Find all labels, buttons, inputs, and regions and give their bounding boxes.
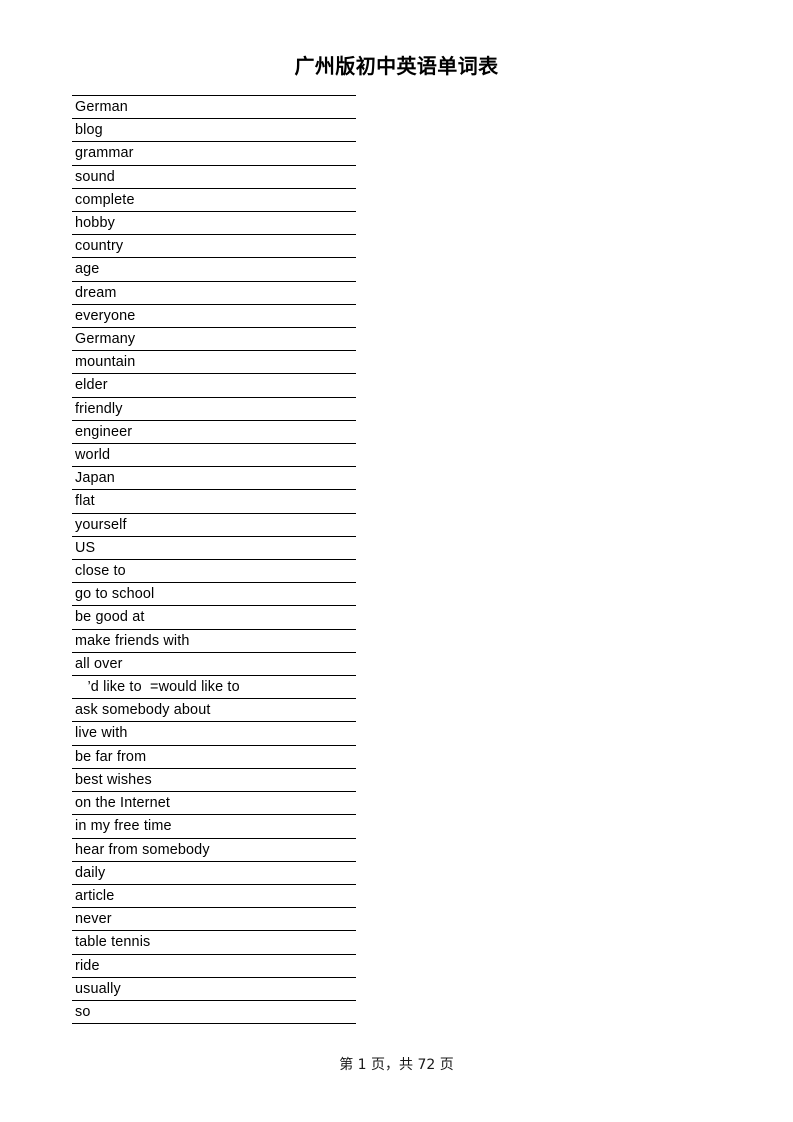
- table-row: on the Internet: [72, 791, 356, 816]
- table-row: Germany: [72, 327, 356, 352]
- vocabulary-entry: on the Internet: [72, 791, 356, 816]
- vocabulary-entry: flat: [72, 489, 356, 514]
- table-row: all over: [72, 651, 356, 677]
- table-row: dream: [72, 280, 356, 305]
- table-row: article: [72, 883, 356, 909]
- vocabulary-entry: in my free time: [72, 814, 356, 839]
- table-row: German: [72, 94, 356, 120]
- vocabulary-entry: make friends with: [72, 628, 356, 653]
- vocabulary-entry: be far from: [72, 744, 356, 769]
- table-row: flat: [72, 489, 356, 514]
- vocabulary-entry: article: [72, 883, 356, 909]
- table-row: blog: [72, 118, 356, 143]
- vocabulary-entry: hobby: [72, 211, 356, 236]
- vocabulary-entry: mountain: [72, 350, 356, 375]
- page-title: 广州版初中英语单词表: [294, 54, 499, 78]
- table-row: never: [72, 907, 356, 932]
- vocabulary-entry: age: [72, 257, 356, 282]
- table-row: daily: [72, 860, 356, 885]
- table-row: age: [72, 257, 356, 282]
- vocabulary-entry: US: [72, 535, 356, 561]
- table-row: friendly: [72, 396, 356, 421]
- page-footer: 第 1 页，共 72 页: [339, 1057, 454, 1073]
- vocabulary-entry: world: [72, 443, 356, 468]
- vocabulary-entry: go to school: [72, 582, 356, 607]
- vocabulary-entry: complete: [72, 187, 356, 213]
- vocabulary-entry: everyone: [72, 303, 356, 329]
- vocabulary-entry: usually: [72, 976, 356, 1001]
- vocabulary-entry: all over: [72, 651, 356, 677]
- vocabulary-entry: German: [72, 94, 356, 120]
- vocabulary-entry: ride: [72, 953, 356, 978]
- vocabulary-table-body: German blog grammar sound complete hobby count…: [72, 94, 356, 1025]
- vocabulary-entry: be good at: [72, 605, 356, 630]
- table-row: live with: [72, 721, 356, 746]
- vocabulary-entry: best wishes: [72, 767, 356, 793]
- table-row: US: [72, 535, 356, 561]
- vocabulary-entry: never: [72, 907, 356, 932]
- vocabulary-entry: yourself: [72, 512, 356, 537]
- vocabulary-entry: friendly: [72, 396, 356, 421]
- table-row: close to: [72, 559, 356, 584]
- vocabulary-entry: engineer: [72, 419, 356, 445]
- vocabulary-entry: grammar: [72, 141, 356, 166]
- table-row: table tennis: [72, 930, 356, 955]
- table-row: best wishes: [72, 767, 356, 793]
- table-row: so: [72, 999, 356, 1025]
- table-row: mountain: [72, 350, 356, 375]
- table-row: usually: [72, 976, 356, 1001]
- vocabulary-table: German blog grammar sound complete hobby count…: [72, 94, 356, 1025]
- vocabulary-entry: country: [72, 234, 356, 259]
- table-row: elder: [72, 373, 356, 398]
- vocabulary-entry: ’d like to =would like to: [72, 675, 356, 700]
- vocabulary-entry: table tennis: [72, 930, 356, 955]
- table-row: ask somebody about: [72, 698, 356, 723]
- table-row: yourself: [72, 512, 356, 537]
- table-row: be far from: [72, 744, 356, 769]
- vocabulary-entry: ask somebody about: [72, 698, 356, 723]
- vocabulary-entry: so: [72, 999, 356, 1025]
- table-row: go to school: [72, 582, 356, 607]
- table-row: hear from somebody: [72, 837, 356, 862]
- table-row: ’d like to =would like to: [72, 675, 356, 700]
- table-row: country: [72, 234, 356, 259]
- vocabulary-entry: sound: [72, 164, 356, 189]
- vocabulary-entry: dream: [72, 280, 356, 305]
- vocabulary-entry: Germany: [72, 327, 356, 352]
- vocabulary-entry: blog: [72, 118, 356, 143]
- table-row: ride: [72, 953, 356, 978]
- vocabulary-entry: close to: [72, 559, 356, 584]
- document-page: 广州版初中英语单词表 German blog grammar sound complet…: [0, 0, 793, 1122]
- table-row: make friends with: [72, 628, 356, 653]
- table-row: Japan: [72, 466, 356, 491]
- vocabulary-entry: Japan: [72, 466, 356, 491]
- table-row: sound: [72, 164, 356, 189]
- table-row: everyone: [72, 303, 356, 329]
- table-row: in my free time: [72, 814, 356, 839]
- table-row: grammar: [72, 141, 356, 166]
- table-row: world: [72, 443, 356, 468]
- vocabulary-entry: hear from somebody: [72, 837, 356, 862]
- table-row: hobby: [72, 211, 356, 236]
- table-row: engineer: [72, 419, 356, 445]
- vocabulary-entry: elder: [72, 373, 356, 398]
- vocabulary-entry: live with: [72, 721, 356, 746]
- table-row: complete: [72, 187, 356, 213]
- vocabulary-entry: daily: [72, 860, 356, 885]
- table-row: be good at: [72, 605, 356, 630]
